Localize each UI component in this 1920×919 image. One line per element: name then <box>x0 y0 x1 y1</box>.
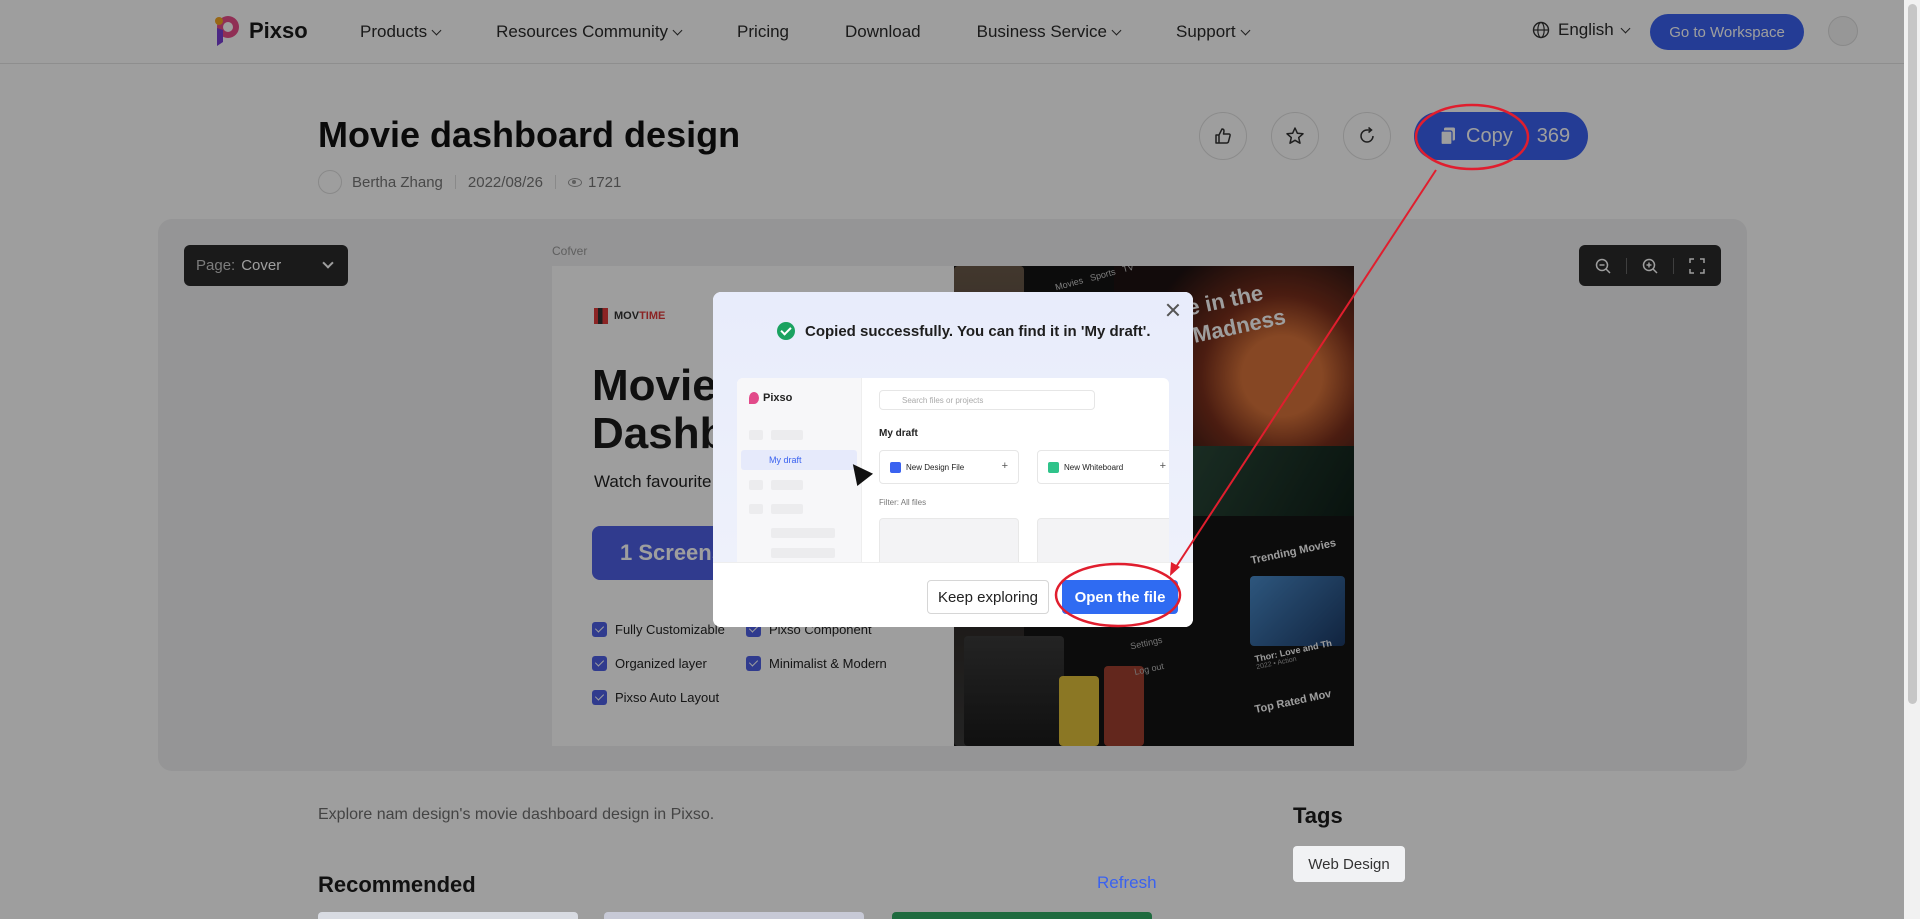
mini-placeholder <box>749 504 763 514</box>
scrollbar-thumb[interactable] <box>1908 4 1917 704</box>
mini-file-tile <box>879 518 1019 562</box>
mini-file-tile <box>1037 518 1169 562</box>
copy-success-modal: Copied successfully. You can find it in … <box>713 292 1193 627</box>
success-message: Copied successfully. You can find it in … <box>777 322 1151 340</box>
design-description: Explore nam design's movie dashboard des… <box>318 806 715 823</box>
mini-filter: Filter: All files <box>879 498 927 507</box>
design-file-icon <box>890 462 901 473</box>
mini-new-design: New Design File + <box>879 450 1019 484</box>
recommended-thumbnail[interactable] <box>318 912 578 919</box>
whiteboard-icon <box>1048 462 1059 473</box>
mini-sidebar: Pixso My draft <box>737 378 862 562</box>
tags-heading: Tags <box>1293 803 1343 828</box>
mini-logo: Pixso <box>749 392 792 404</box>
mini-new-whiteboard: New Whiteboard + <box>1037 450 1169 484</box>
recommended-thumbnail[interactable] <box>892 912 1152 919</box>
mini-placeholder <box>771 548 835 558</box>
draft-illustration: Pixso My draft Search files or projects … <box>737 378 1169 562</box>
mini-search: Search files or projects <box>879 390 1095 410</box>
open-file-button[interactable]: Open the file <box>1062 580 1178 614</box>
mini-draft-heading: My draft <box>879 428 918 439</box>
check-circle-icon <box>777 322 795 340</box>
tag-web-design[interactable]: Web Design <box>1293 846 1405 882</box>
mini-placeholder <box>771 528 835 538</box>
recommended-thumbnail[interactable] <box>604 912 864 919</box>
keep-exploring-button[interactable]: Keep exploring <box>927 580 1049 614</box>
close-icon[interactable] <box>1165 302 1181 318</box>
mini-brand: Pixso <box>763 392 793 404</box>
success-text: Copied successfully. You can find it in … <box>805 322 1151 340</box>
mini-placeholder <box>749 430 763 440</box>
refresh-link[interactable]: Refresh <box>1097 873 1157 893</box>
pixso-logo-icon <box>749 392 759 404</box>
mini-card-label: New Design File <box>906 462 965 472</box>
mini-placeholder <box>749 480 763 490</box>
mini-card-label: New Whiteboard <box>1064 462 1124 472</box>
mini-my-draft: My draft <box>741 450 857 470</box>
mini-placeholder <box>771 430 803 440</box>
mini-placeholder <box>771 504 803 514</box>
mini-placeholder <box>771 480 803 490</box>
plus-icon: + <box>1001 460 1008 472</box>
recommended-heading: Recommended <box>318 872 476 897</box>
plus-icon: + <box>1159 460 1166 472</box>
